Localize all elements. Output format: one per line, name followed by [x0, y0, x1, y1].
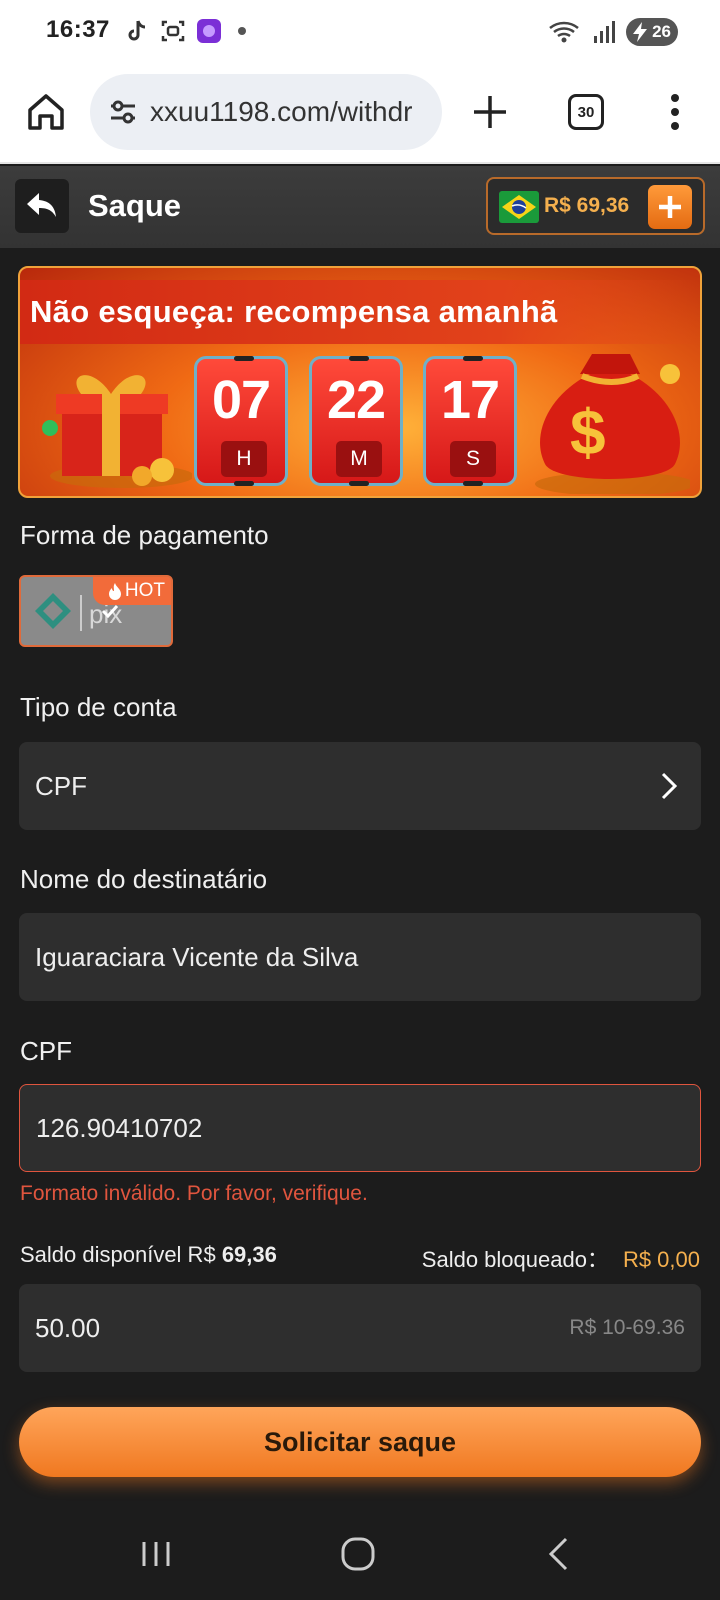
recent-apps-icon[interactable]: [138, 1538, 174, 1570]
charging-icon: [633, 22, 647, 42]
reward-banner[interactable]: Não esqueça: recompensa amanhã $ 07 H 22…: [18, 266, 702, 498]
plus-icon: [659, 196, 681, 218]
timer-seconds-unit: S: [450, 441, 496, 477]
timer-minutes-unit: M: [336, 441, 382, 477]
address-bar[interactable]: xxuu1198.com/withdr: [90, 74, 442, 150]
home-icon[interactable]: [24, 90, 68, 134]
timer-minutes: 22 M: [309, 356, 403, 486]
page-title: Saque: [88, 188, 182, 223]
url-text: xxuu1198.com/withdr: [150, 96, 413, 127]
recipient-name-value: Iguaraciara Vicente da Silva: [35, 942, 359, 972]
back-arrow-icon: [27, 193, 56, 217]
more-notifications-icon: [238, 27, 246, 35]
available-balance-value: 69,36: [221, 1242, 277, 1267]
amount-input[interactable]: 50.00 R$ 10-69.36: [19, 1284, 701, 1372]
recipient-name-field[interactable]: Iguaraciara Vicente da Silva: [19, 913, 701, 1001]
available-balance: Saldo disponível R$ 69,36: [20, 1242, 277, 1268]
balance-chip[interactable]: R$ 69,36: [486, 177, 705, 235]
new-tab-icon[interactable]: [470, 92, 510, 132]
notification-icons: [124, 18, 246, 44]
back-button[interactable]: [15, 179, 69, 233]
cpf-value: 126.90410702: [36, 1113, 203, 1143]
tab-switcher-button[interactable]: 30: [568, 94, 604, 130]
flame-icon: [108, 583, 121, 600]
screenshot-icon: [161, 20, 185, 42]
blocked-balance-value: R$ 0,00: [622, 1247, 700, 1272]
money-bag-icon: $: [535, 354, 690, 494]
payment-method-label: Forma de pagamento: [20, 520, 269, 550]
amount-value: 50.00: [35, 1313, 101, 1343]
status-time: 16:37: [46, 16, 110, 43]
system-navigation-bar: [0, 1510, 720, 1600]
available-balance-label: Saldo disponível R$: [20, 1242, 216, 1267]
more-menu-icon[interactable]: [664, 90, 686, 134]
battery-indicator: 26: [626, 18, 678, 46]
timer-hours-value: 07: [211, 370, 271, 430]
signal-icon: [594, 21, 615, 43]
app-icon: [197, 19, 221, 43]
timer-seconds-value: 17: [440, 370, 500, 430]
submit-withdraw-button[interactable]: Solicitar saque: [19, 1407, 701, 1477]
pix-payment-option[interactable]: pix HOT: [19, 575, 173, 647]
svg-text:$: $: [570, 396, 606, 468]
deposit-button[interactable]: [648, 185, 692, 229]
battery-level: 26: [652, 22, 671, 41]
account-type-select[interactable]: CPF: [19, 742, 701, 830]
home-button-icon[interactable]: [340, 1536, 376, 1572]
gift-box-icon: [42, 375, 192, 488]
tab-count: 30: [577, 103, 595, 121]
blocked-balance-label: Saldo bloqueado：: [421, 1247, 609, 1272]
chevron-right-icon: [661, 772, 678, 800]
timer-hours-unit: H: [221, 441, 267, 477]
timer-seconds: 17 S: [423, 356, 517, 486]
banner-title: Não esqueça: recompensa amanhã: [30, 294, 558, 329]
account-type-value: CPF: [35, 771, 87, 801]
hot-badge: HOT: [93, 577, 171, 605]
account-type-label: Tipo de conta: [20, 692, 177, 722]
timer-hours: 07 H: [194, 356, 288, 486]
wifi-icon: [549, 21, 579, 43]
timer-minutes-value: 22: [326, 370, 386, 430]
site-settings-icon[interactable]: [108, 98, 138, 126]
cpf-input[interactable]: 126.90410702: [19, 1084, 701, 1172]
back-button-icon[interactable]: [546, 1536, 570, 1572]
cpf-label: CPF: [20, 1036, 72, 1066]
brazil-flag-icon: [499, 191, 539, 223]
cpf-error-message: Formato inválido. Por favor, verifique.: [20, 1182, 368, 1205]
hot-badge-text: HOT: [124, 580, 165, 601]
status-bar: 16:37 26: [0, 0, 720, 64]
blocked-balance: Saldo bloqueado： R$ 0,00: [422, 1242, 700, 1274]
recipient-label: Nome do destinatário: [20, 864, 268, 894]
app-header: Saque R$ 69,36: [0, 166, 720, 248]
amount-range-hint: R$ 10-69.36: [569, 1316, 685, 1339]
tiktok-icon: [128, 20, 146, 41]
submit-withdraw-label: Solicitar saque: [263, 1426, 457, 1457]
header-balance: R$ 69,36: [544, 194, 630, 217]
browser-toolbar: xxuu1198.com/withdr 30: [0, 64, 720, 164]
